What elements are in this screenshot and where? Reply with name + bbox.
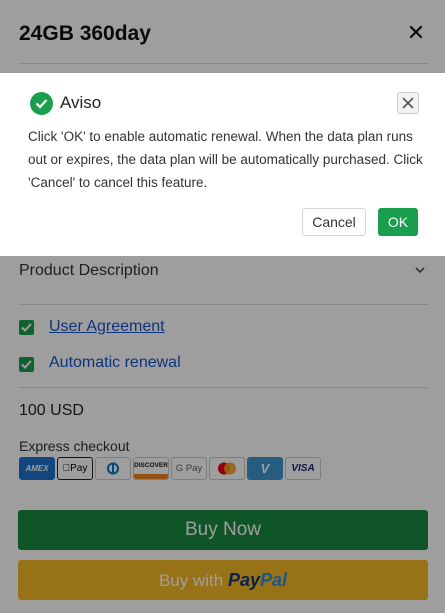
cancel-button[interactable]: Cancel	[302, 208, 366, 236]
success-check-icon	[30, 92, 53, 115]
ok-button[interactable]: OK	[378, 208, 418, 236]
close-icon[interactable]	[397, 92, 419, 114]
dialog-message: Click 'OK' to enable automatic renewal. …	[28, 129, 423, 190]
dialog-title: Aviso	[60, 93, 102, 112]
